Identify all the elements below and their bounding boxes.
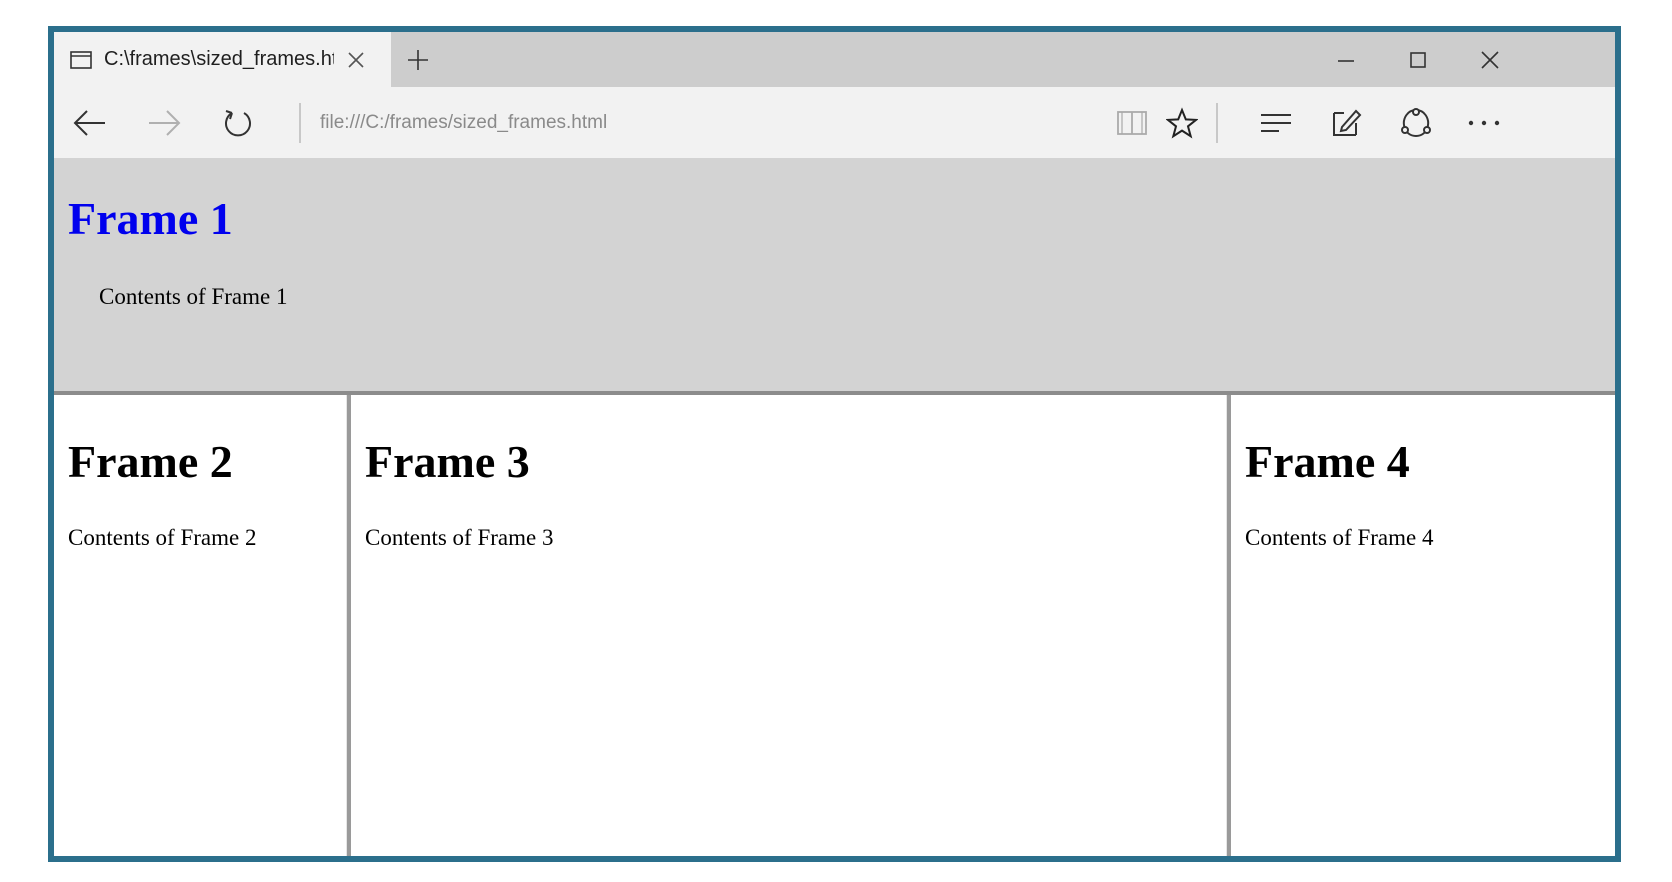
frame-3-heading: Frame 3: [365, 436, 530, 487]
hub-icon: [1259, 111, 1293, 135]
tab-bar: C:\frames\sized_frames.html: [54, 32, 1615, 87]
new-tab-button[interactable]: [398, 41, 438, 79]
plus-icon: [407, 49, 429, 71]
share-icon: [1399, 107, 1433, 139]
browser-window: C:\frames\sized_frames.html file:///C:/f…: [48, 26, 1621, 862]
more-button[interactable]: [1462, 103, 1506, 143]
tab-title: C:\frames\sized_frames.html: [104, 48, 334, 70]
web-note-button[interactable]: [1324, 103, 1368, 143]
maximize-button[interactable]: [1388, 40, 1448, 80]
refresh-button[interactable]: [216, 103, 260, 143]
window-close-button[interactable]: [1460, 40, 1520, 80]
reading-view-button[interactable]: [1110, 103, 1154, 143]
frame-1: Frame 1 Contents of Frame 1: [54, 158, 1615, 395]
frame-4: Frame 4 Contents of Frame 4: [1231, 395, 1615, 856]
frame-2: Frame 2 Contents of Frame 2: [54, 395, 346, 856]
address-bar[interactable]: file:///C:/frames/sized_frames.html: [320, 107, 1100, 139]
frame-2-heading: Frame 2: [68, 436, 233, 487]
frame-1-contents: Contents of Frame 1: [99, 284, 288, 309]
page-icon: [70, 50, 92, 69]
toolbar-separator: [1216, 103, 1218, 143]
book-icon: [1116, 109, 1148, 137]
frame-3-contents: Contents of Frame 3: [365, 525, 554, 550]
navigation-bar: file:///C:/frames/sized_frames.html: [54, 87, 1615, 158]
frame-2-contents: Contents of Frame 2: [68, 525, 257, 550]
forward-arrow-icon: [147, 108, 181, 138]
back-arrow-icon: [73, 108, 107, 138]
page-content: Frame 1 Contents of Frame 1 Frame 2 Cont…: [54, 158, 1615, 856]
minimize-button[interactable]: [1316, 40, 1376, 80]
refresh-icon: [222, 107, 254, 139]
forward-button[interactable]: [142, 103, 186, 143]
web-note-icon: [1330, 107, 1362, 139]
star-icon: [1166, 107, 1198, 139]
hub-button[interactable]: [1254, 103, 1298, 143]
frame-3: Frame 3 Contents of Frame 3: [351, 395, 1226, 856]
close-icon: [1480, 50, 1500, 70]
frame-4-heading: Frame 4: [1245, 436, 1410, 487]
share-button[interactable]: [1394, 103, 1438, 143]
minimize-icon: [1336, 50, 1356, 70]
browser-tab[interactable]: C:\frames\sized_frames.html: [54, 32, 391, 87]
frame-4-contents: Contents of Frame 4: [1245, 525, 1434, 550]
favorite-button[interactable]: [1160, 103, 1204, 143]
frame-1-heading[interactable]: Frame 1: [68, 192, 233, 245]
maximize-icon: [1408, 50, 1428, 70]
close-icon[interactable]: [342, 46, 370, 74]
toolbar-separator: [299, 103, 301, 143]
more-icon: [1467, 119, 1501, 127]
back-button[interactable]: [68, 103, 112, 143]
